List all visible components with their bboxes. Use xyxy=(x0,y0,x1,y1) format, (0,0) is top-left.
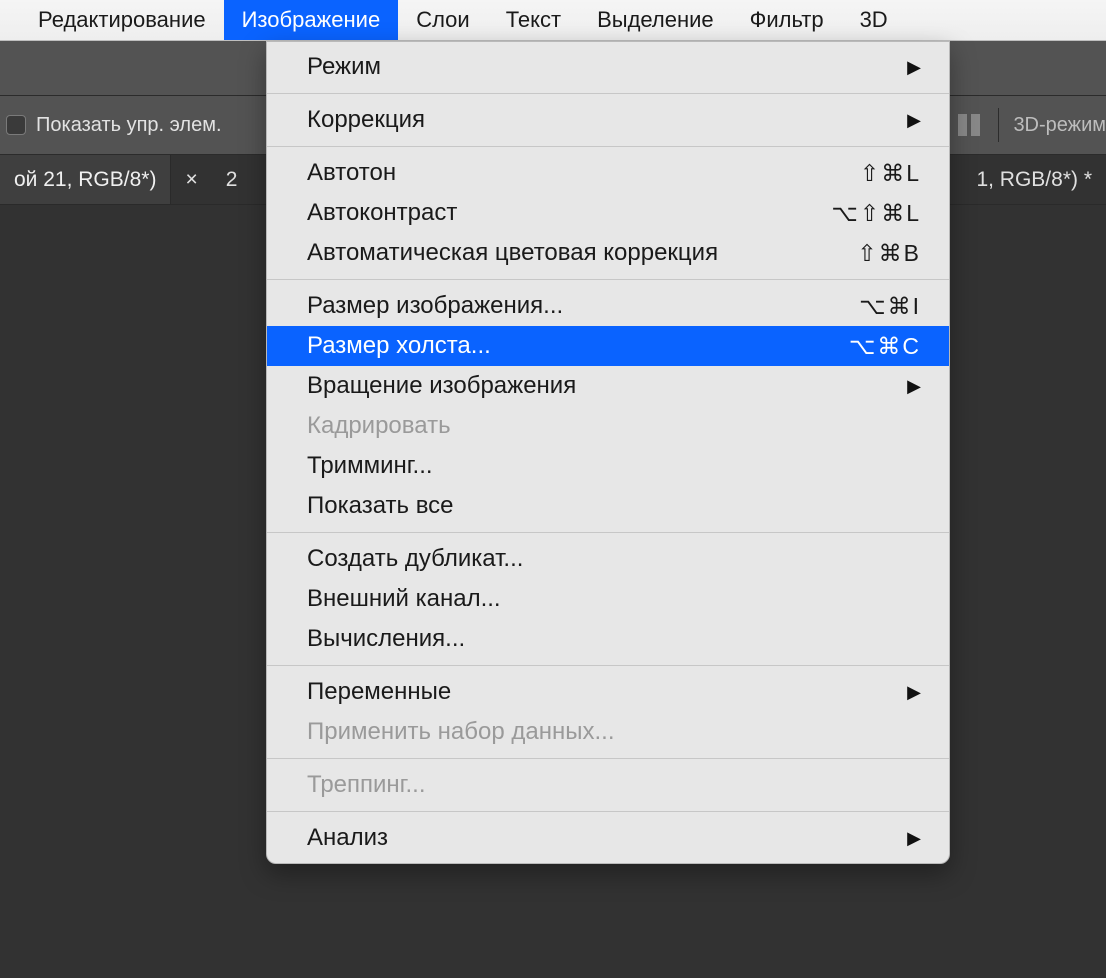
menubar: Редактирование Изображение Слои Текст Вы… xyxy=(0,0,1106,41)
menu-item-trap: Треппинг... xyxy=(267,765,949,805)
menu-separator xyxy=(267,532,949,533)
menu-item-duplicate[interactable]: Создать дубликат... xyxy=(267,539,949,579)
menu-3d[interactable]: 3D xyxy=(842,0,906,40)
menu-item-analysis[interactable]: Анализ ▶ xyxy=(267,818,949,858)
menu-item-label: Автоматическая цветовая коррекция xyxy=(307,239,857,267)
submenu-arrow-icon: ▶ xyxy=(907,376,921,397)
menu-item-label: Внешний канал... xyxy=(307,585,921,613)
menu-separator xyxy=(267,758,949,759)
menu-select[interactable]: Выделение xyxy=(579,0,732,40)
menu-item-auto-color[interactable]: Автоматическая цветовая коррекция ⇧⌘B xyxy=(267,233,949,273)
menu-separator xyxy=(267,811,949,812)
menu-3d-label: 3D xyxy=(860,7,888,33)
menu-item-calculations[interactable]: Вычисления... xyxy=(267,619,949,659)
menu-item-label: Анализ xyxy=(307,824,897,852)
menu-item-label: Кадрировать xyxy=(307,412,921,440)
image-menu-dropdown: Режим ▶ Коррекция ▶ Автотон ⇧⌘L Автоконт… xyxy=(266,41,950,864)
menu-item-variables[interactable]: Переменные ▶ xyxy=(267,672,949,712)
tab-label-fragment-3: 1, RGB/8*) * xyxy=(962,168,1106,192)
menu-item-apply-image[interactable]: Внешний канал... xyxy=(267,579,949,619)
menu-item-apply-data-set: Применить набор данных... xyxy=(267,712,949,752)
menu-item-image-size[interactable]: Размер изображения... ⌥⌘I xyxy=(267,286,949,326)
menu-item-shortcut: ⇧⌘L xyxy=(860,160,921,187)
menu-item-label: Создать дубликат... xyxy=(307,545,921,573)
submenu-arrow-icon: ▶ xyxy=(907,57,921,78)
menu-item-label: Автоконтраст xyxy=(307,199,831,227)
align-panels-icon[interactable] xyxy=(958,114,980,136)
mode-3d-label[interactable]: 3D-режим xyxy=(1013,114,1106,137)
menu-edit-label: Редактирование xyxy=(38,7,206,33)
menu-filter[interactable]: Фильтр xyxy=(732,0,842,40)
submenu-arrow-icon: ▶ xyxy=(907,828,921,849)
show-transform-controls-label: Показать упр. элем. xyxy=(36,114,222,137)
menu-item-label: Автотон xyxy=(307,159,860,187)
menu-item-label: Вычисления... xyxy=(307,625,921,653)
menu-item-label: Применить набор данных... xyxy=(307,718,921,746)
menu-item-label: Режим xyxy=(307,53,897,81)
submenu-arrow-icon: ▶ xyxy=(907,110,921,131)
menu-item-label: Коррекция xyxy=(307,106,897,134)
menu-separator xyxy=(267,279,949,280)
menu-item-label: Показать все xyxy=(307,492,921,520)
menu-item-label: Размер холста... xyxy=(307,332,849,360)
menu-layers-label: Слои xyxy=(416,7,470,33)
menu-image-label: Изображение xyxy=(242,7,381,33)
menu-item-shortcut: ⇧⌘B xyxy=(857,240,921,267)
menu-item-shortcut: ⌥⇧⌘L xyxy=(831,200,921,227)
menu-select-label: Выделение xyxy=(597,7,714,33)
menu-item-adjustments[interactable]: Коррекция ▶ xyxy=(267,100,949,140)
tab-close-icon[interactable]: × xyxy=(171,168,211,192)
menu-filter-label: Фильтр xyxy=(750,7,824,33)
submenu-arrow-icon: ▶ xyxy=(907,682,921,703)
menu-separator xyxy=(267,93,949,94)
tab-label-fragment: ой 21, RGB/8*) xyxy=(14,168,156,192)
tab-label-fragment-2: 2 xyxy=(212,168,252,192)
menu-item-label: Переменные xyxy=(307,678,897,706)
menu-item-label: Треппинг... xyxy=(307,771,921,799)
menu-item-reveal-all[interactable]: Показать все xyxy=(267,486,949,526)
menu-item-crop: Кадрировать xyxy=(267,406,949,446)
menu-item-label: Размер изображения... xyxy=(307,292,859,320)
menu-text[interactable]: Текст xyxy=(488,0,579,40)
menu-item-trim[interactable]: Тримминг... xyxy=(267,446,949,486)
menu-edit[interactable]: Редактирование xyxy=(20,0,224,40)
menu-item-auto-tone[interactable]: Автотон ⇧⌘L xyxy=(267,153,949,193)
menu-item-label: Вращение изображения xyxy=(307,372,897,400)
menu-text-label: Текст xyxy=(506,7,561,33)
menu-item-mode[interactable]: Режим ▶ xyxy=(267,47,949,87)
show-transform-controls-checkbox[interactable] xyxy=(6,115,26,135)
menu-item-shortcut: ⌥⌘C xyxy=(849,333,921,360)
menu-layers[interactable]: Слои xyxy=(398,0,488,40)
menu-item-canvas-size[interactable]: Размер холста... ⌥⌘C xyxy=(267,326,949,366)
menu-separator xyxy=(267,665,949,666)
menu-item-auto-contrast[interactable]: Автоконтраст ⌥⇧⌘L xyxy=(267,193,949,233)
menu-separator xyxy=(267,146,949,147)
document-tab[interactable]: ой 21, RGB/8*) xyxy=(0,155,171,204)
menu-item-label: Тримминг... xyxy=(307,452,921,480)
options-divider xyxy=(998,108,999,142)
menu-item-shortcut: ⌥⌘I xyxy=(859,293,921,320)
menu-item-image-rotation[interactable]: Вращение изображения ▶ xyxy=(267,366,949,406)
menu-image[interactable]: Изображение xyxy=(224,0,399,40)
